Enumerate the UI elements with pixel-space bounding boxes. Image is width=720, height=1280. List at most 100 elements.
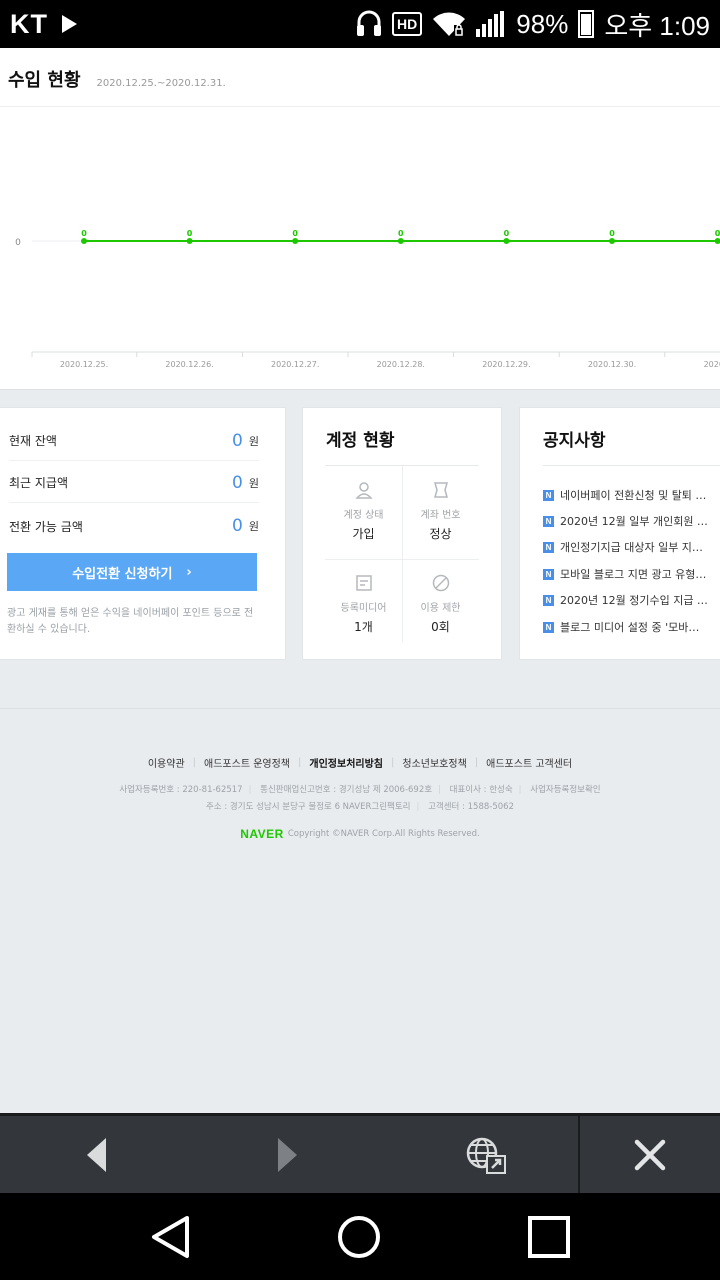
notice-text: 2020년 12월 일부 개인회원 … [560, 515, 708, 528]
new-badge-icon: N [543, 541, 554, 553]
footer-info-text: 주소 : 경기도 성남시 분당구 불정로 6 NAVER그린팩토리 [206, 802, 411, 812]
convert-income-label: 수입전환 신청하기 [72, 566, 173, 582]
copyright-text: Copyright ©NAVER Corp.All Rights Reserve… [287, 829, 480, 839]
x-tick-label: 2020.1 [704, 360, 720, 369]
nav-recents-icon [528, 1215, 570, 1258]
footer-link-youth[interactable]: 청소년보호정책 [394, 755, 474, 770]
x-tick-label: 2020.12.25. [60, 360, 108, 369]
notice-item[interactable]: N 2020년 12월 일부 개인회원 … [543, 511, 708, 531]
android-nav-bar [0, 1193, 720, 1280]
page-footer: 이용약관 | 애드포스트 운영정책 | 개인정보처리방침 | 청소년보호정책 | 애드포… [0, 708, 720, 1113]
y-tick-label: 0 [15, 238, 21, 248]
play-icon [62, 15, 77, 33]
close-icon [634, 1139, 666, 1170]
data-label: 0 [398, 229, 404, 238]
footer-copyright: NAVER Copyright ©NAVER Corp.All Rights R… [0, 827, 720, 841]
data-label: 0 [81, 229, 87, 238]
nav-back-button[interactable] [110, 1193, 230, 1280]
account-grid: 계정 상태 가입 계좌 번호 정상 등록미디어 1개 이용 제한 0회 [325, 465, 479, 642]
signal-icon [476, 11, 505, 37]
notice-card: 공지사항 N 네이버페이 전환신청 및 탈퇴 … N 2020년 12월 일부 … [519, 407, 720, 660]
close-button[interactable] [610, 1116, 690, 1193]
footer-company-info: 사업자등록번호 : 220-81-62517 | 통신판매업신고번호 : 경기성남… [119, 785, 601, 795]
new-badge-icon: N [543, 594, 554, 606]
notice-item[interactable]: N 개인정기지급 대상자 일부 지… [543, 537, 708, 557]
notice-text: 네이버페이 전환신청 및 탈퇴 … [560, 489, 707, 502]
income-chart-section: 수입 현황 2020.12.25.~2020.12.31. 0 0 2020.12.… [0, 48, 720, 390]
notice-item[interactable]: N 모바일 블로그 지면 광고 유형… [543, 564, 708, 584]
data-point [609, 238, 615, 244]
account-cell-value: 정상 [429, 527, 452, 541]
footer-info-text: 통신판매업신고번호 : 경기성남 제 2006-692호 [260, 785, 433, 795]
notice-item[interactable]: N 2020년 12월 정기수입 지급 … [543, 590, 708, 610]
account-status-card: 계정 현황 계정 상태 가입 계좌 번호 정상 등록미디어 1개 이용 제한 0… [302, 407, 502, 660]
account-book-icon [433, 482, 448, 498]
footer-info-text: 대표이사 : 한성숙 [449, 785, 513, 795]
status-bar: KT HD 98% 오후 1:09 [0, 0, 720, 48]
footer-link-policy[interactable]: 애드포스트 운영정책 [196, 755, 298, 770]
account-title: 계정 현황 [326, 431, 395, 451]
nav-back-icon [152, 1215, 189, 1258]
data-label: 0 [609, 229, 615, 238]
footer-info-text: 사업자등록번호 : 220-81-62517 [119, 785, 243, 795]
x-tick-label: 2020.12.28. [377, 360, 425, 369]
headset-icon [357, 10, 382, 36]
data-point [503, 238, 510, 244]
data-label: 0 [715, 229, 720, 238]
x-tick-label: 2020.12.29. [482, 360, 530, 369]
data-point [292, 238, 299, 244]
notice-item[interactable]: N 블로그 미디어 설정 중 '모바… [543, 617, 708, 637]
carrier-label: KT [10, 8, 48, 39]
prohibited-icon [432, 574, 449, 592]
data-point [714, 238, 720, 244]
balance-label: 전환 가능 금액 [9, 519, 83, 534]
account-cell-bank: 계좌 번호 정상 [402, 466, 479, 559]
notice-title: 공지사항 [543, 431, 606, 451]
footer-link-support[interactable]: 애드포스트 고객센터 [478, 755, 580, 770]
data-point [397, 238, 404, 244]
account-cell-label: 이용 제한 [420, 603, 461, 614]
naver-logo: NAVER [240, 827, 284, 841]
globe-external-icon [466, 1137, 506, 1174]
convert-income-button[interactable]: 수입전환 신청하기 › [7, 553, 257, 591]
new-badge-icon: N [543, 568, 554, 580]
notice-item[interactable]: N 네이버페이 전환신청 및 탈퇴 … [543, 485, 708, 505]
convert-note: 광고 게재를 통해 얻은 수익을 네이버페이 포인트 등으로 전환하실 수 있습… [7, 608, 254, 635]
balance-amount: 0 [232, 472, 243, 493]
footer-info-text: 고객센터 : 1588-5062 [428, 802, 514, 812]
footer-links: 이용약관 | 애드포스트 운영정책 | 개인정보처리방침 | 청소년보호정책 | 애드포… [0, 755, 720, 770]
forward-button[interactable] [248, 1116, 328, 1193]
forward-arrow-icon [278, 1137, 297, 1172]
data-label: 0 [292, 229, 298, 238]
document-icon [355, 575, 372, 591]
footer-link-terms[interactable]: 이용약관 [140, 755, 193, 770]
balance-card: 현재 잔액 0 원 최근 지급액 0 원 전환 가능 금액 0 원 수입전환 신… [0, 407, 286, 660]
data-label: 0 [187, 229, 193, 238]
data-label: 0 [504, 229, 510, 238]
back-button[interactable] [56, 1116, 136, 1193]
footer-business-info-link[interactable]: 사업자등록정보확인 [530, 785, 600, 795]
balance-label: 현재 잔액 [9, 434, 57, 448]
chevron-right-icon: › [186, 564, 192, 580]
account-cell-media: 등록미디어 1개 [325, 559, 402, 652]
new-badge-icon: N [543, 489, 554, 501]
account-cell-value: 0회 [431, 620, 450, 634]
x-tick-label: 2020.12.30. [588, 360, 636, 369]
wifi-icon [433, 12, 466, 36]
account-cell-label: 계좌 번호 [420, 510, 461, 521]
account-cell-value: 가입 [352, 527, 375, 541]
balance-label: 최근 지급액 [9, 476, 69, 490]
footer-link-privacy[interactable]: 개인정보처리방침 [301, 755, 391, 770]
nav-home-button[interactable] [299, 1193, 419, 1280]
person-icon [354, 482, 373, 499]
open-browser-button[interactable] [446, 1116, 526, 1193]
account-cell-restriction: 이용 제한 0회 [402, 559, 479, 652]
nav-recents-button[interactable] [489, 1193, 609, 1280]
balance-amount: 0 [232, 516, 243, 536]
account-cell-status: 계정 상태 가입 [325, 466, 402, 559]
account-cell-label: 등록미디어 [340, 603, 387, 614]
new-badge-icon: N [543, 621, 554, 633]
back-arrow-icon [87, 1137, 106, 1172]
battery-icon [578, 10, 595, 38]
data-point [186, 238, 193, 244]
